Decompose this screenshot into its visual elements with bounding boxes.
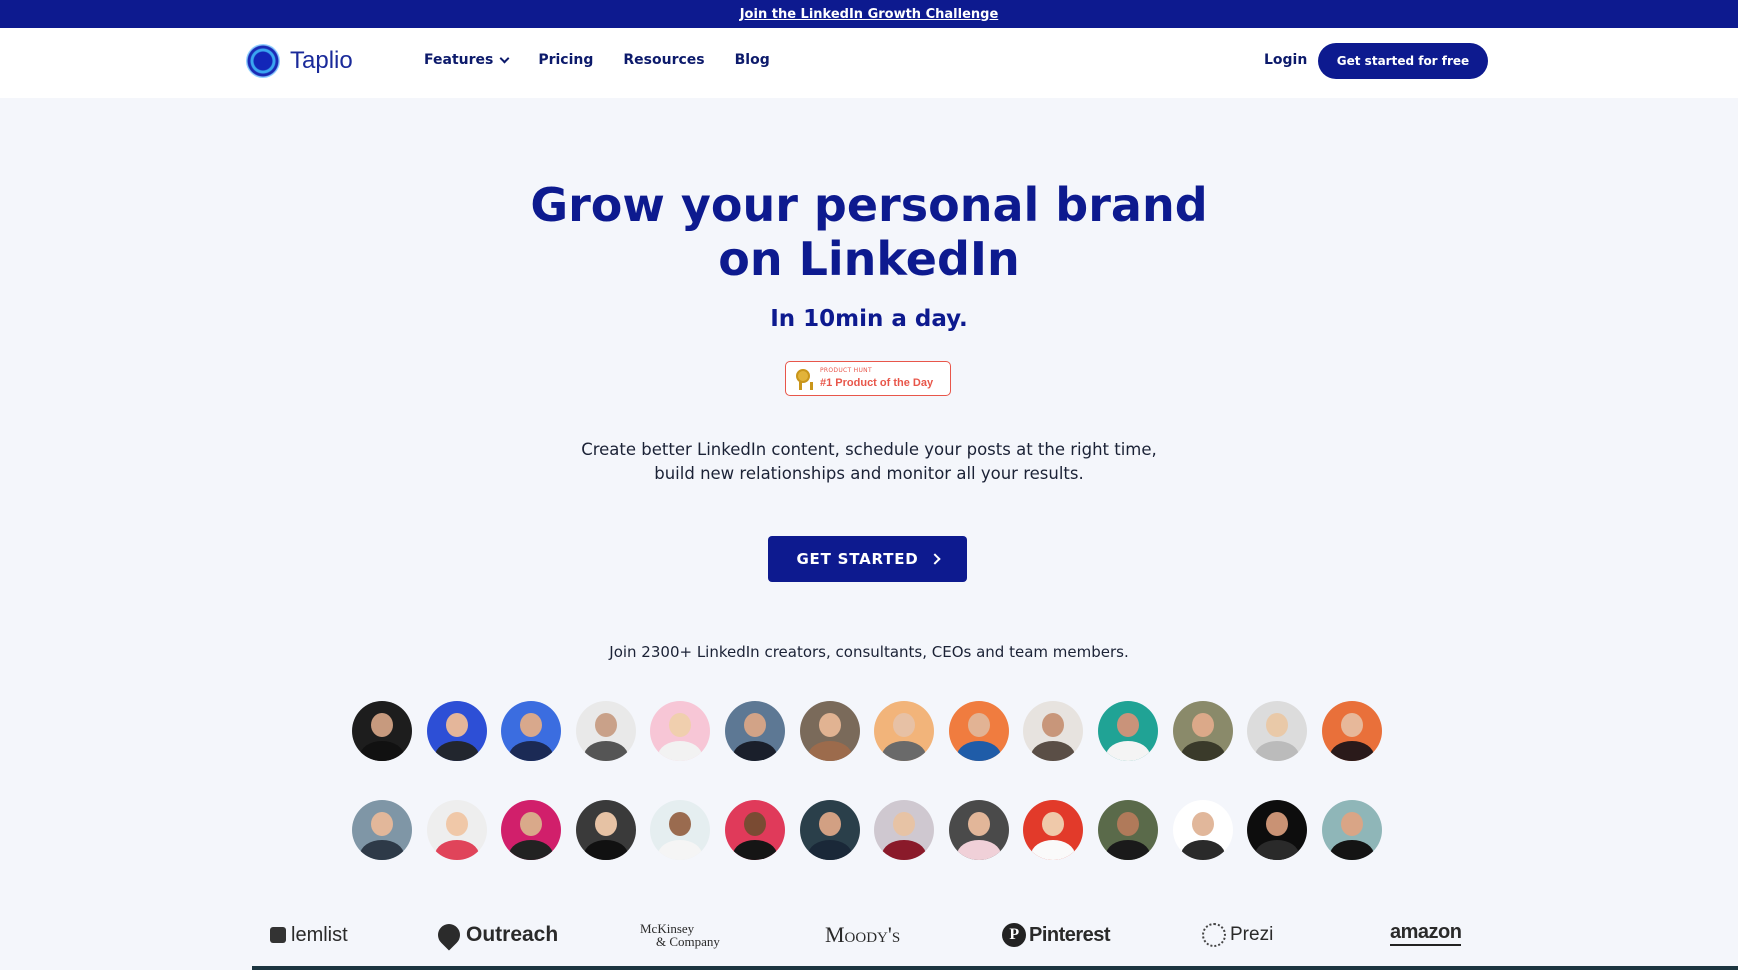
outreach-icon (433, 919, 465, 951)
growth-challenge-link[interactable]: Join the LinkedIn Growth Challenge (740, 7, 999, 22)
avatar (575, 701, 636, 761)
badge-source: PRODUCT HUNT (820, 367, 872, 374)
lemlist-wordmark: lemlist (291, 923, 348, 946)
pinterest-wordmark: Pinterest (1029, 923, 1111, 946)
avatar (1321, 701, 1382, 761)
avatar (1098, 701, 1159, 761)
hero-title-line-2: on LinkedIn (718, 232, 1020, 286)
avatar (426, 800, 487, 860)
hero-description-line-2: build new relationships and monitor all … (654, 464, 1084, 483)
avatar-row-2 (352, 800, 1382, 860)
avatar (650, 800, 711, 860)
avatar (352, 800, 412, 860)
avatar (501, 701, 562, 761)
avatar (501, 800, 562, 860)
avatar (426, 701, 487, 761)
avatar (948, 701, 1009, 761)
hero-title: Grow your personal brand on LinkedIn (0, 178, 1738, 286)
get-started-button[interactable]: GET STARTED (768, 536, 967, 582)
outreach-wordmark: Outreach (466, 923, 559, 946)
medal-icon (796, 369, 813, 390)
avatar (1023, 701, 1084, 761)
chevron-right-icon (928, 553, 941, 565)
taplio-logo[interactable]: Taplio (246, 44, 353, 78)
hero-description: Create better LinkedIn content, schedule… (0, 438, 1738, 486)
nav-features-label: Features (424, 52, 494, 68)
top-navigation: Taplio Features Pricing Resources Blog L… (0, 28, 1738, 98)
amazon-logo: amazon (1390, 920, 1462, 946)
customer-logos: lemlist Outreach McKinsey & Company Mood… (260, 918, 1462, 952)
page-bottom-edge (252, 966, 1738, 970)
avatar (874, 701, 935, 761)
nav-links: Features Pricing Resources Blog (424, 52, 770, 68)
social-proof-text: Join 2300+ LinkedIn creators, consultant… (609, 643, 1129, 661)
avatar (1098, 800, 1159, 860)
avatar (1023, 800, 1084, 860)
login-link[interactable]: Login (1264, 52, 1307, 68)
taplio-logo-icon (246, 44, 280, 78)
avatar-row-1 (352, 701, 1382, 761)
avatar (352, 701, 412, 761)
outreach-logo: Outreach (433, 918, 559, 952)
avatar (575, 800, 636, 860)
get-started-label: GET STARTED (796, 550, 919, 568)
nav-blog[interactable]: Blog (735, 52, 770, 68)
prezi-wordmark: Prezi (1230, 924, 1274, 945)
prezi-icon (1202, 923, 1226, 947)
logo-text: Taplio (290, 47, 353, 74)
announcement-banner: Join the LinkedIn Growth Challenge (0, 0, 1738, 28)
avatar (799, 800, 860, 860)
avatar (1321, 800, 1382, 860)
nav-resources[interactable]: Resources (623, 52, 704, 68)
chevron-down-icon (499, 53, 510, 63)
mckinsey-line-2: & Company (656, 934, 720, 949)
get-started-free-button[interactable]: Get started for free (1318, 43, 1488, 79)
badge-label: #1 Product of the Day (820, 377, 934, 389)
avatar (1247, 800, 1308, 860)
avatar (1172, 701, 1233, 761)
moodys-logo: Moody's (825, 918, 900, 952)
avatar (799, 701, 860, 761)
lemlist-logo: lemlist (270, 918, 348, 952)
hero-title-line-1: Grow your personal brand (530, 178, 1208, 232)
avatar (1247, 701, 1308, 761)
avatar (1172, 800, 1233, 860)
amazon-wordmark: amazon (1390, 920, 1462, 943)
prezi-logo: Prezi (1202, 918, 1273, 952)
moodys-wordmark: Moody's (825, 922, 901, 947)
nav-pricing[interactable]: Pricing (538, 52, 593, 68)
avatar (725, 701, 786, 761)
hero-description-line-1: Create better LinkedIn content, schedule… (581, 440, 1157, 459)
avatar (948, 800, 1009, 860)
lemlist-icon (270, 927, 286, 943)
avatar (725, 800, 786, 860)
pinterest-icon: P (1002, 923, 1026, 947)
nav-features[interactable]: Features (424, 52, 510, 68)
mckinsey-logo: McKinsey & Company (640, 918, 720, 952)
avatar (650, 701, 711, 761)
product-hunt-badge[interactable]: PRODUCT HUNT #1 Product of the Day (785, 361, 951, 396)
hero-subtitle: In 10min a day. (770, 306, 968, 332)
pinterest-logo: P Pinterest (1002, 918, 1111, 952)
avatar (874, 800, 935, 860)
